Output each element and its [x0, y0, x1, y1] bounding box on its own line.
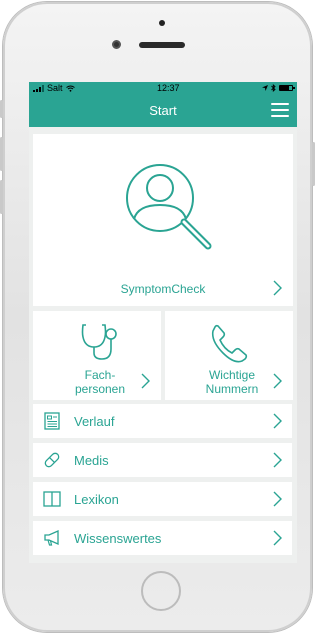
hamburger-icon[interactable] — [271, 103, 289, 117]
stethoscope-icon — [81, 324, 117, 360]
chevron-right-icon — [141, 373, 150, 389]
tile-wichtige-nummern[interactable]: Wichtige Nummern — [165, 311, 293, 400]
symptom-check-card[interactable]: SymptomCheck — [33, 134, 293, 306]
person-search-icon — [126, 164, 212, 250]
location-icon — [261, 85, 268, 91]
tile-fachpersonen-label: Fach- personen — [61, 368, 139, 396]
symptom-check-label: SymptomCheck — [120, 282, 206, 296]
pill-icon — [44, 452, 60, 468]
earpiece-speaker — [139, 42, 185, 48]
phone-icon — [211, 324, 248, 363]
menu-item-verlauf-label: Verlauf — [74, 414, 115, 429]
chevron-right-icon — [273, 452, 282, 468]
power-button — [312, 142, 315, 186]
menu-item-wissenswertes-label: Wissenswertes — [74, 531, 162, 546]
wifi-icon — [65, 85, 75, 92]
tile-fachpersonen[interactable]: Fach- personen — [33, 311, 161, 400]
menu-item-wissenswertes[interactable]: Wissenswertes — [33, 521, 292, 555]
menu-item-medis-label: Medis — [74, 453, 109, 468]
proximity-sensor — [159, 20, 165, 26]
volume-down-button — [0, 180, 3, 214]
mute-switch — [0, 100, 3, 118]
status-bar: Salt 12:37 — [29, 82, 297, 94]
megaphone-icon — [44, 529, 59, 546]
menu-item-medis[interactable]: Medis — [33, 443, 292, 477]
chevron-right-icon — [273, 530, 282, 546]
chevron-right-icon — [273, 373, 282, 389]
menu-item-lexikon-label: Lexikon — [74, 492, 119, 507]
chevron-right-icon — [273, 413, 282, 429]
page-title: Start — [149, 103, 177, 118]
tile-wichtige-nummern-label: Wichtige Nummern — [193, 368, 271, 396]
battery-icon — [278, 85, 295, 91]
nav-bar: Start — [29, 94, 297, 127]
tile-wichtige-nummern-line1: Wichtige — [208, 368, 255, 382]
tile-fachpersonen-line1: Fach- — [84, 368, 116, 382]
menu-item-verlauf[interactable]: Verlauf — [33, 404, 292, 438]
chevron-right-icon — [273, 491, 282, 507]
carrier-name: Salt — [47, 83, 63, 93]
front-camera — [112, 40, 121, 49]
volume-up-button — [0, 137, 3, 171]
app-screen: Salt 12:37 Start SymptomCheck Fach- pers… — [29, 82, 297, 563]
bluetooth-icon — [271, 84, 276, 92]
chevron-right-icon — [273, 280, 282, 296]
book-icon — [43, 491, 61, 507]
tile-wichtige-nummern-line2: Nummern — [205, 382, 259, 396]
home-button[interactable] — [141, 571, 181, 611]
tile-fachpersonen-line2: personen — [74, 382, 126, 396]
signal-icon — [33, 84, 44, 92]
document-icon — [44, 412, 60, 430]
menu-item-lexikon[interactable]: Lexikon — [33, 482, 292, 516]
status-time: 12:37 — [156, 83, 180, 93]
